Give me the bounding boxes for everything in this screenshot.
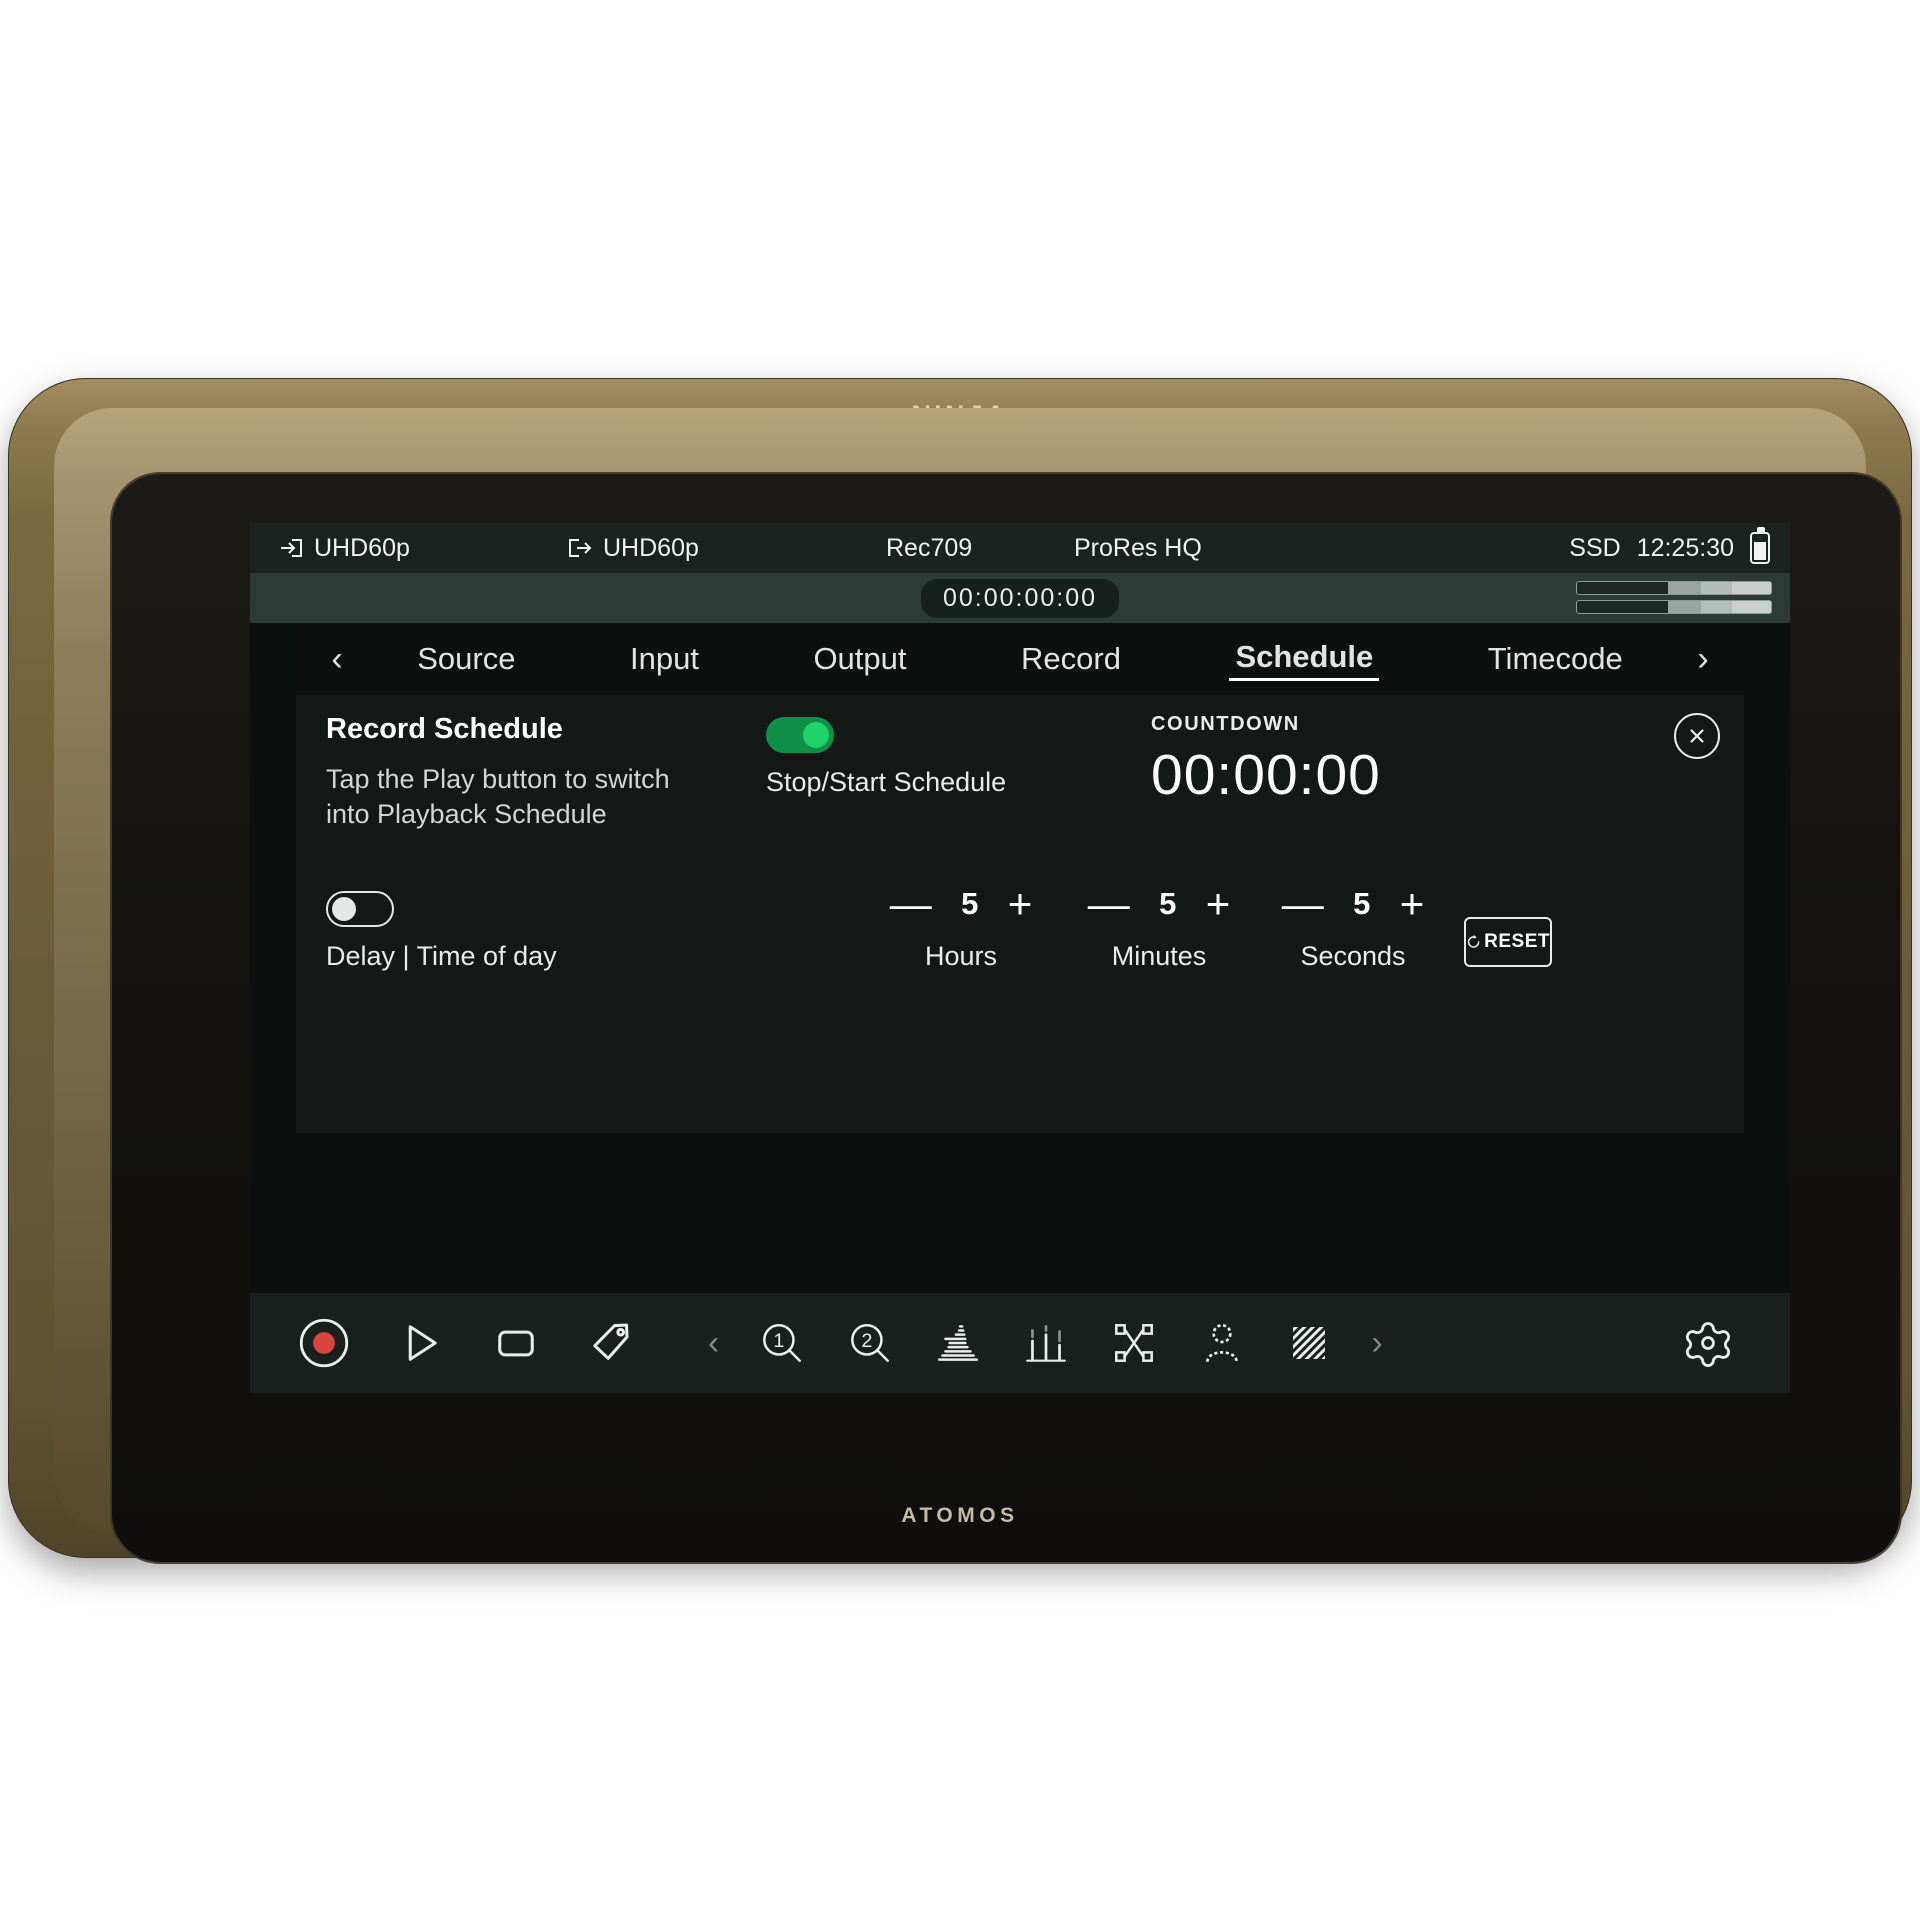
status-media-group[interactable]: SSD 12:25:30: [1569, 527, 1770, 564]
audio-meters: [1576, 581, 1772, 614]
delay-time-of-day-label: Delay | Time of day: [326, 941, 557, 971]
toggle-knob: [332, 897, 356, 921]
tag-icon[interactable]: [586, 1317, 638, 1369]
status-media-time: 12:25:30: [1636, 533, 1734, 562]
status-codec-label: ProRes HQ: [1074, 533, 1202, 562]
tab-schedule[interactable]: Schedule: [1229, 637, 1380, 681]
skin-tone-icon[interactable]: [1197, 1318, 1247, 1368]
minutes-decrement-button[interactable]: —: [1088, 883, 1130, 925]
stop-start-schedule-toggle[interactable]: [766, 717, 834, 753]
seconds-value: 5: [1353, 886, 1371, 921]
status-input-label: UHD60p: [314, 533, 410, 562]
status-input[interactable]: UHD60p: [278, 534, 410, 563]
gear-icon[interactable]: [1682, 1317, 1734, 1369]
hours-value: 5: [961, 886, 979, 921]
countdown-block: COUNTDOWN 00:00:00: [1151, 713, 1381, 808]
countdown-label: COUNTDOWN: [1151, 713, 1300, 735]
seconds-label: Seconds: [1300, 941, 1406, 971]
audio-levels-icon[interactable]: [1021, 1318, 1071, 1368]
minutes-stepper: — 5 + Minutes: [1064, 883, 1254, 972]
hours-stepper: — 5 + Hours: [866, 883, 1056, 972]
magnify-2-icon[interactable]: 2: [845, 1318, 895, 1368]
timecode-bar: 00:00:00:00: [250, 573, 1790, 623]
audio-meter-ch1: [1576, 581, 1772, 595]
countdown-value: 00:00:00: [1151, 743, 1381, 807]
svg-text:2: 2: [862, 1330, 873, 1352]
focus-peaking-icon[interactable]: [1109, 1318, 1159, 1368]
menu-panel: ‹ Source Input Output Record Schedule Ti…: [296, 623, 1744, 1133]
toolbar-next-chevron-right-icon[interactable]: ›: [1371, 1324, 1382, 1363]
minutes-value: 5: [1159, 886, 1177, 921]
magnify-1-icon[interactable]: 1: [757, 1318, 807, 1368]
battery-icon: [1750, 527, 1770, 564]
waveform-icon[interactable]: [933, 1318, 983, 1368]
page-subtitle: Tap the Play button to switch into Playb…: [326, 764, 670, 830]
hours-increment-button[interactable]: +: [1008, 883, 1033, 925]
input-arrow-icon: [278, 536, 304, 560]
minutes-increment-button[interactable]: +: [1206, 883, 1231, 925]
atomos-brand-label: ATOMOS: [901, 1504, 1019, 1527]
seconds-decrement-button[interactable]: —: [1282, 883, 1324, 925]
minutes-label: Minutes: [1111, 941, 1207, 971]
stop-start-schedule-control[interactable]: Stop/Start Schedule: [766, 717, 1006, 798]
status-bar: UHD60p UHD60p Rec709 ProRes HQ SSD 12:25…: [250, 523, 1790, 573]
svg-text:1: 1: [774, 1330, 785, 1352]
device-bezel-inner: UHD60p UHD60p Rec709 ProRes HQ SSD 12:25…: [54, 408, 1900, 1562]
toolbar-prev-chevron-left-icon[interactable]: ‹: [708, 1324, 719, 1363]
audio-meter-ch2: [1576, 600, 1772, 614]
menu-tab-bar: ‹ Source Input Output Record Schedule Ti…: [296, 623, 1744, 695]
seconds-increment-button[interactable]: +: [1400, 883, 1425, 925]
schedule-description: Record Schedule Tap the Play button to s…: [326, 713, 706, 832]
record-icon[interactable]: [298, 1317, 350, 1369]
delay-time-of-day-control[interactable]: Delay | Time of day: [326, 891, 557, 972]
close-circle-icon[interactable]: [1674, 713, 1720, 759]
status-colorspace-label: Rec709: [886, 533, 973, 562]
reset-button[interactable]: RESET: [1464, 917, 1552, 967]
status-codec[interactable]: ProRes HQ: [1074, 534, 1202, 563]
device-screen: UHD60p UHD60p Rec709 ProRes HQ SSD 12:25…: [250, 523, 1790, 1393]
status-colorspace[interactable]: Rec709: [886, 534, 972, 563]
tab-prev-chevron-left-icon[interactable]: ‹: [314, 640, 360, 679]
stop-start-schedule-label: Stop/Start Schedule: [766, 767, 1007, 797]
status-output-label: UHD60p: [603, 533, 699, 562]
hours-label: Hours: [924, 941, 998, 971]
output-arrow-icon: [567, 536, 593, 560]
delay-time-of-day-toggle[interactable]: [326, 891, 394, 927]
timecode-display[interactable]: 00:00:00:00: [920, 578, 1120, 618]
tab-source[interactable]: Source: [411, 639, 521, 679]
seconds-stepper: — 5 + Seconds: [1258, 883, 1448, 972]
reset-label: RESET: [1484, 931, 1550, 952]
tab-next-chevron-right-icon[interactable]: ›: [1680, 640, 1726, 679]
tab-input[interactable]: Input: [624, 639, 705, 679]
tab-record[interactable]: Record: [1015, 639, 1127, 679]
status-media-label: SSD: [1569, 533, 1621, 562]
stop-icon[interactable]: [490, 1317, 542, 1369]
toggle-knob: [803, 722, 829, 748]
schedule-panel-body: Record Schedule Tap the Play button to s…: [296, 695, 1744, 1133]
ninja-device-shell: NINJA UHD60p: [8, 378, 1912, 1562]
tab-output[interactable]: Output: [807, 639, 912, 679]
zebra-icon[interactable]: [1285, 1319, 1333, 1367]
tab-timecode[interactable]: Timecode: [1482, 639, 1629, 679]
play-icon[interactable]: [394, 1317, 446, 1369]
status-output[interactable]: UHD60p: [567, 534, 699, 563]
reset-loop-icon: [1467, 935, 1480, 948]
device-bezel-dark: UHD60p UHD60p Rec709 ProRes HQ SSD 12:25…: [112, 474, 1900, 1562]
bottom-toolbar: ‹ 1 2 ›: [250, 1293, 1790, 1393]
hours-decrement-button[interactable]: —: [890, 883, 932, 925]
page-title: Record Schedule: [326, 713, 563, 745]
